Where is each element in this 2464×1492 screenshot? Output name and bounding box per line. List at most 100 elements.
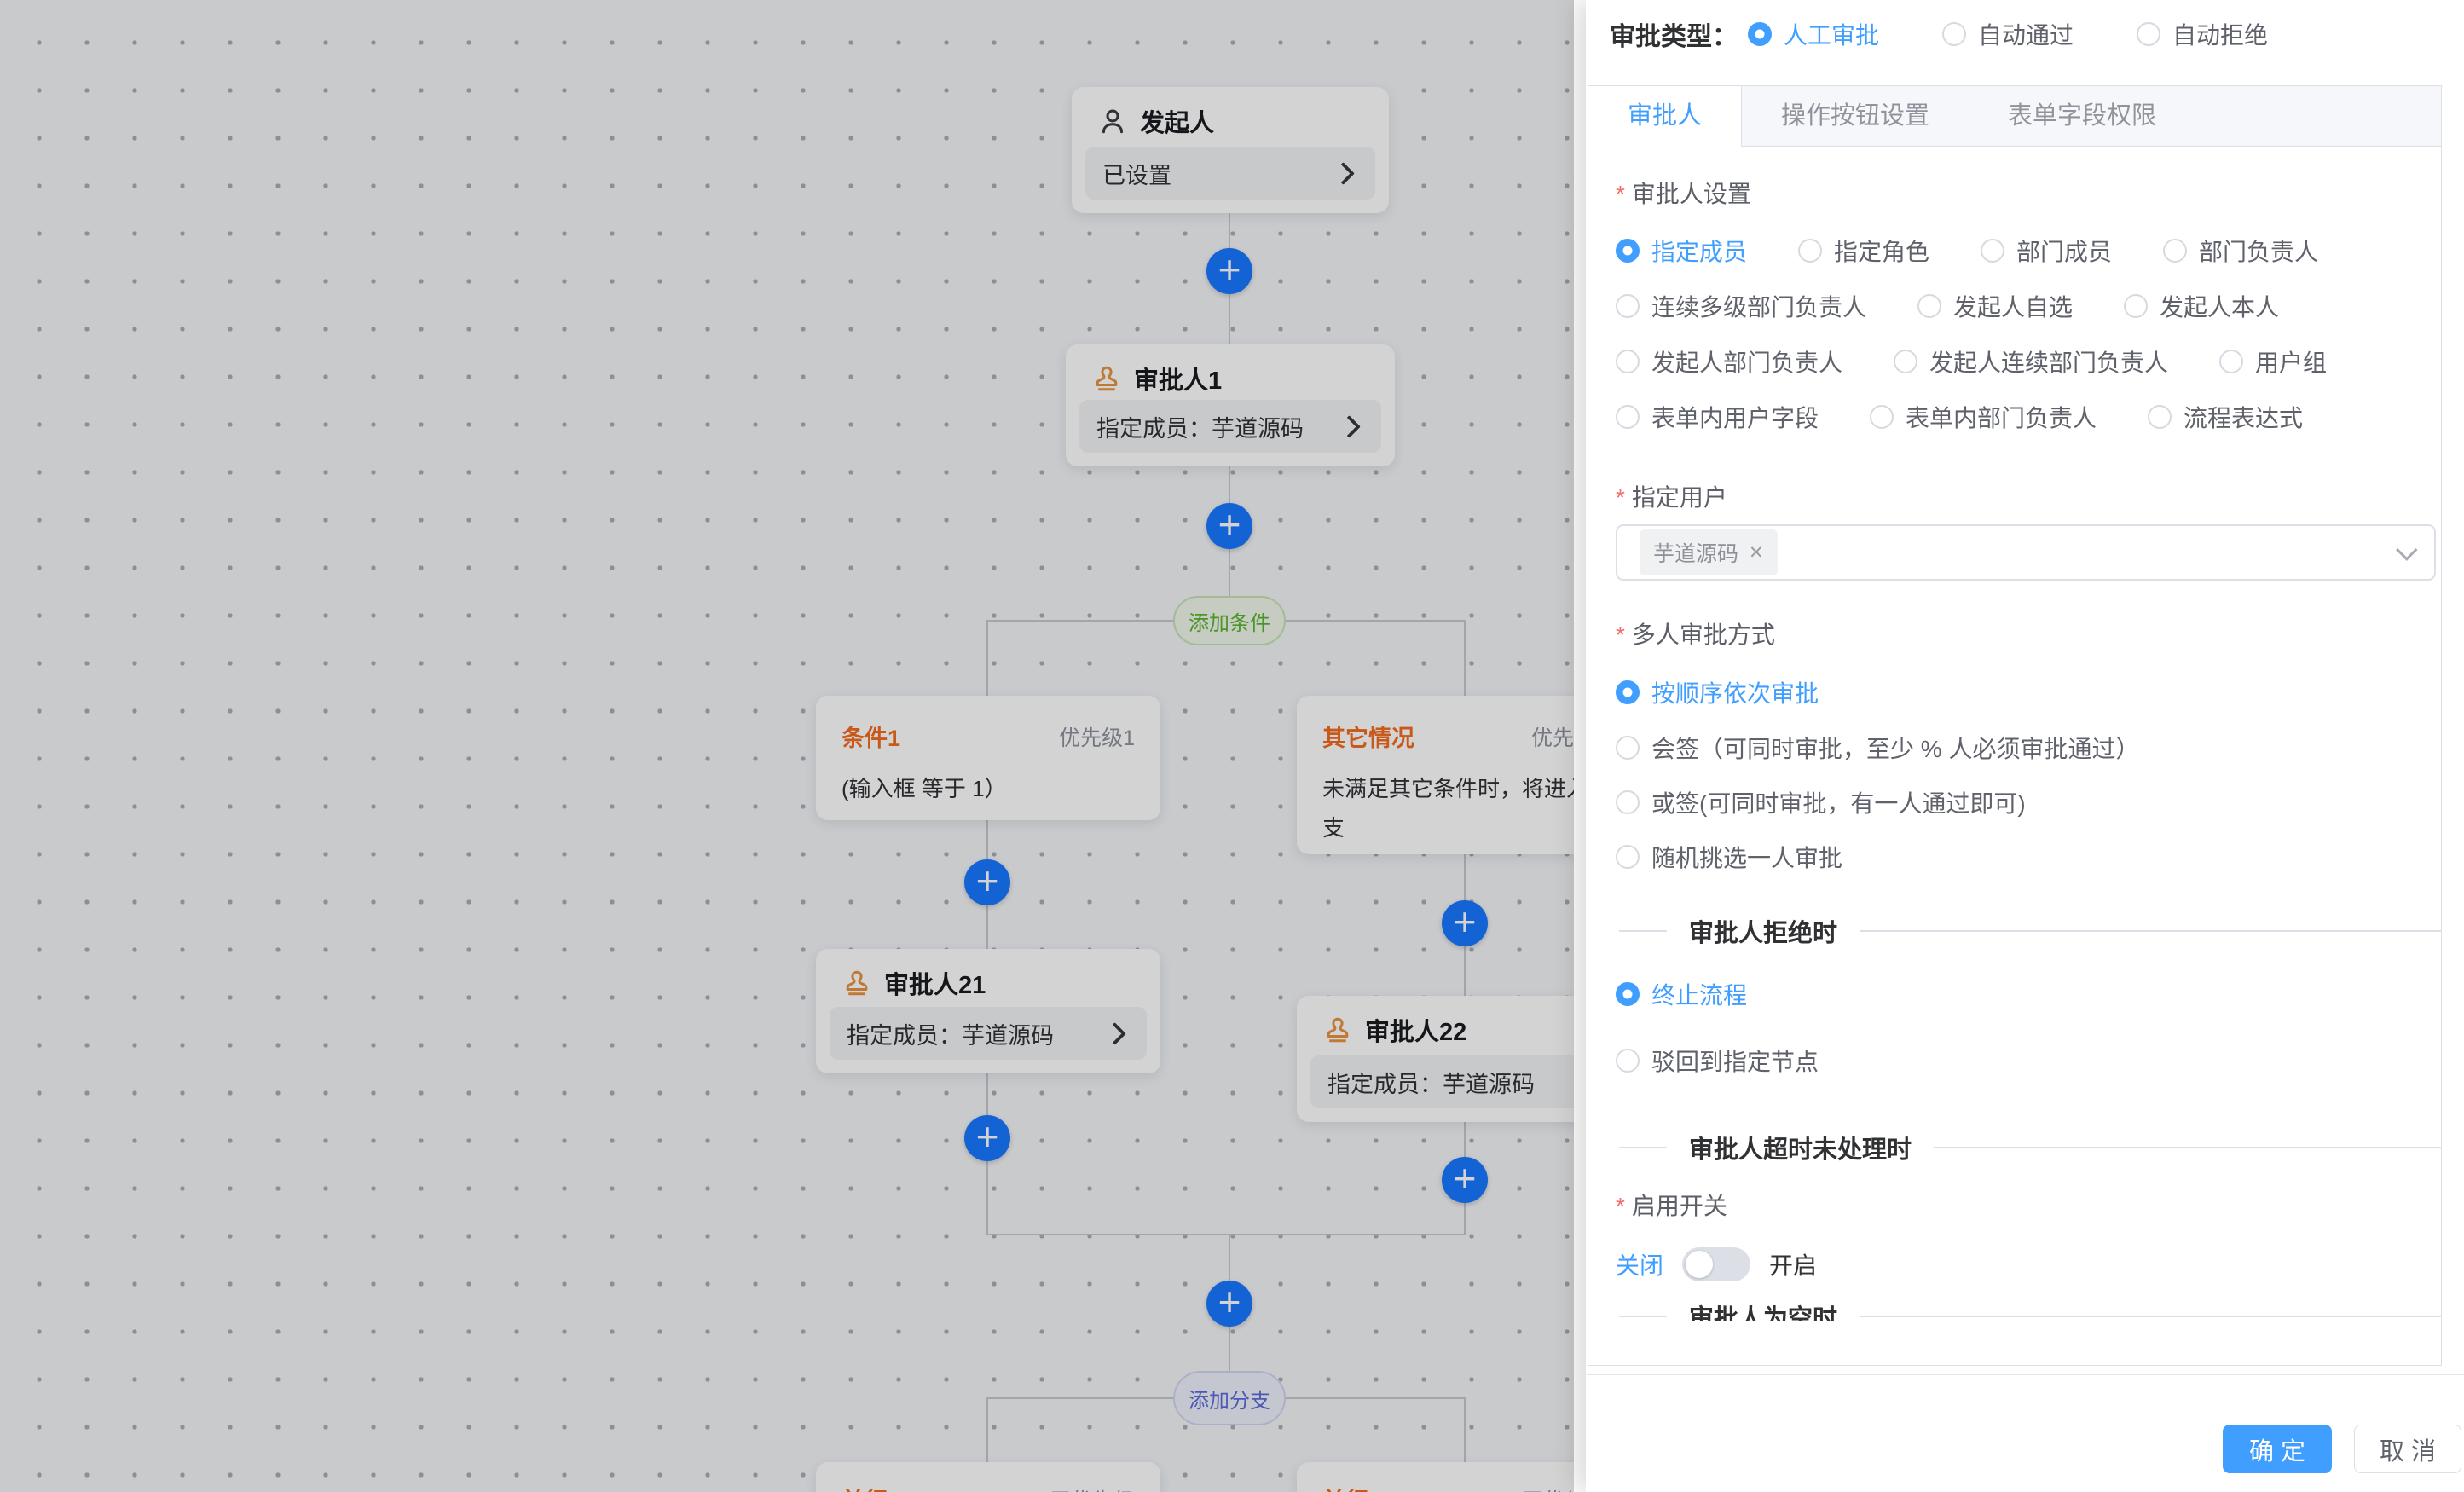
timeout-toggle-switch[interactable]: [1682, 1247, 1750, 1281]
radio-label: 部门成员: [2016, 234, 2112, 268]
radio-starter-self[interactable]: 发起人本人: [2124, 291, 2279, 321]
radio-icon: [1616, 294, 1640, 318]
radio-starter-self-select[interactable]: 发起人自选: [1917, 291, 2073, 321]
radio-icon: [1616, 736, 1640, 760]
radio-icon: [2124, 294, 2148, 318]
radio-form-user-field[interactable]: 表单内用户字段: [1616, 402, 1819, 432]
enable-switch-label: 启用开关: [1616, 1188, 1727, 1222]
confirm-button[interactable]: 确 定: [2223, 1425, 2332, 1473]
radio-label: 发起人连续部门负责人: [1929, 344, 2168, 379]
approver-setting-row3: 发起人部门负责人 发起人连续部门负责人 用户组: [1616, 346, 2378, 377]
radio-label: 驳回到指定节点: [1651, 1044, 1819, 1078]
drawer-overlay[interactable]: [0, 0, 1574, 1492]
approver-setting-label: 审批人设置: [1616, 176, 1751, 210]
assign-user-label: 指定用户: [1616, 479, 1727, 513]
divider-title: 审批人为空时: [1689, 1298, 1837, 1321]
radio-label: 发起人本人: [2160, 289, 2279, 323]
timeout-section-divider: 审批人超时未处理时: [1619, 1131, 2441, 1165]
radio-label: 连续多级部门负责人: [1651, 289, 1866, 323]
divider-title: 审批人超时未处理时: [1689, 1130, 1912, 1165]
radio-icon: [1616, 350, 1640, 373]
radio-label: 人工审批: [1784, 17, 1879, 51]
radio-random-one[interactable]: 随机挑选一人审批: [1616, 841, 1842, 872]
radio-starter-multi-dept-leader[interactable]: 发起人连续部门负责人: [1894, 346, 2168, 377]
radio-icon: [1616, 680, 1640, 704]
radio-icon: [1942, 22, 1966, 46]
radio-starter-dept-leader[interactable]: 发起人部门负责人: [1616, 346, 1842, 377]
tab-action-buttons[interactable]: 操作按钮设置: [1742, 86, 1969, 146]
tab-approver[interactable]: 审批人: [1588, 86, 1742, 147]
radio-dept-member[interactable]: 部门成员: [1981, 235, 2112, 266]
approver-setting-row2: 连续多级部门负责人 发起人自选 发起人本人: [1616, 291, 2330, 321]
multi-approve-label: 多人审批方式: [1616, 616, 1775, 651]
radio-icon: [1616, 405, 1640, 429]
radio-label: 终止流程: [1651, 977, 1747, 1011]
radio-icon: [1798, 239, 1822, 263]
approver-setting-row4: 表单内用户字段 表单内部门负责人 流程表达式: [1616, 402, 2354, 432]
radio-or-sign[interactable]: 或签(可同时审批，有一人通过即可): [1616, 787, 2026, 818]
switch-knob: [1686, 1251, 1713, 1278]
radio-user-group[interactable]: 用户组: [2219, 346, 2327, 377]
empty-approver-divider: 审批人为空时: [1619, 1299, 2441, 1321]
radio-icon: [1748, 22, 1772, 46]
radio-sequential-approval[interactable]: 按顺序依次审批: [1616, 677, 1819, 708]
radio-icon: [1870, 405, 1894, 429]
assign-user-select[interactable]: 芋道源码 ✕: [1616, 524, 2436, 581]
radio-terminate-process[interactable]: 终止流程: [1616, 979, 1747, 1009]
timeout-switch-row: 关闭 开启: [1616, 1247, 1817, 1281]
radio-label: 发起人自选: [1953, 289, 2073, 323]
radio-icon: [2163, 239, 2187, 263]
cancel-button[interactable]: 取 消: [2354, 1425, 2461, 1473]
radio-form-dept-leader[interactable]: 表单内部门负责人: [1870, 402, 2097, 432]
radio-label: 表单内用户字段: [1651, 400, 1819, 434]
radio-label: 自动通过: [1978, 17, 2074, 51]
tab-content: 审批人设置 指定成员 指定角色 部门成员 部门负责人 连续多级部门负责人 发起人…: [1588, 147, 2441, 1321]
switch-on-label: 开启: [1769, 1247, 1817, 1281]
radio-icon: [1917, 294, 1941, 318]
radio-label: 自动拒绝: [2172, 17, 2268, 51]
approver-settings-drawer: 审批类型： 人工审批 自动通过 自动拒绝 审批人 操作按钮设置 表单字段权限: [1586, 0, 2464, 1492]
radio-label: 指定角色: [1834, 234, 1929, 268]
radio-label: 按顺序依次审批: [1651, 675, 1819, 709]
radio-process-expression[interactable]: 流程表达式: [2148, 402, 2303, 432]
radio-icon: [1616, 982, 1640, 1006]
radio-return-to-node[interactable]: 驳回到指定节点: [1616, 1045, 1819, 1076]
radio-countersign[interactable]: 会签（可同时审批，至少 % 人必须审批通过）: [1616, 732, 2139, 763]
radio-label: 发起人部门负责人: [1651, 344, 1842, 379]
radio-assign-member[interactable]: 指定成员: [1616, 235, 1747, 266]
approval-type-label: 审批类型：: [1610, 15, 1738, 53]
radio-label: 流程表达式: [2183, 400, 2303, 434]
radio-icon: [1616, 845, 1640, 869]
tag-remove-icon[interactable]: ✕: [1749, 542, 1764, 564]
radio-label: 指定成员: [1651, 234, 1747, 268]
bpm-designer-page: 发起人 已设置 + 审批人1 指定成员：芋道源码: [0, 0, 2464, 1492]
radio-icon: [2148, 405, 2172, 429]
radio-assign-role[interactable]: 指定角色: [1798, 235, 1929, 266]
switch-off-label: 关闭: [1616, 1247, 1663, 1281]
radio-icon: [2137, 22, 2160, 46]
radio-dept-leader[interactable]: 部门负责人: [2163, 235, 2318, 266]
user-tag: 芋道源码 ✕: [1640, 529, 1778, 575]
radio-label: 随机挑选一人审批: [1651, 840, 1842, 874]
radio-label: 用户组: [2255, 344, 2327, 379]
radio-label: 或签(可同时审批，有一人通过即可): [1651, 785, 2026, 819]
radio-multi-level-dept-leader[interactable]: 连续多级部门负责人: [1616, 291, 1866, 321]
radio-icon: [1894, 350, 1917, 373]
radio-icon: [1616, 1049, 1640, 1073]
tab-form-field-permissions[interactable]: 表单字段权限: [1969, 86, 2195, 146]
footer-divider: [1586, 1374, 2464, 1375]
radio-icon: [2219, 350, 2243, 373]
radio-icon: [1616, 790, 1640, 814]
radio-manual-approval[interactable]: 人工审批: [1748, 19, 1879, 49]
reject-section-divider: 审批人拒绝时: [1619, 914, 2441, 948]
radio-auto-approve[interactable]: 自动通过: [1942, 19, 2074, 49]
radio-label: 部门负责人: [2199, 234, 2318, 268]
divider-title: 审批人拒绝时: [1689, 913, 1837, 949]
approval-type-row: 审批类型： 人工审批 自动通过 自动拒绝: [1610, 9, 2331, 60]
chevron-down-icon: [2396, 539, 2417, 560]
radio-auto-reject[interactable]: 自动拒绝: [2137, 19, 2268, 49]
radio-icon: [1981, 239, 2004, 263]
radio-label: 表单内部门负责人: [1906, 400, 2097, 434]
radio-icon: [1616, 239, 1640, 263]
tab-bar: 审批人 操作按钮设置 表单字段权限: [1588, 86, 2441, 147]
